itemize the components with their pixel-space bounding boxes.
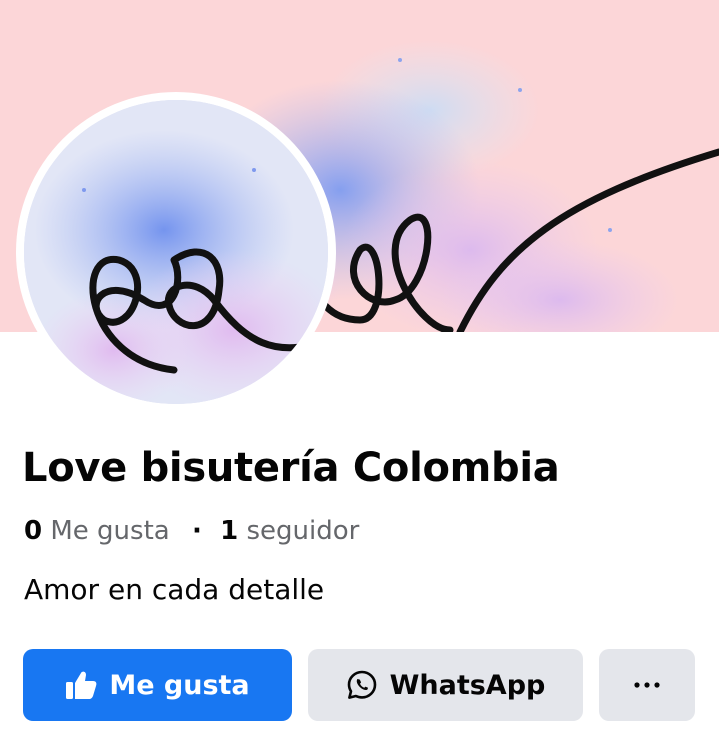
followers-count: 1 <box>220 516 239 546</box>
profile-page: Love bisutería Colombia 0 Me gusta · 1 s… <box>0 0 719 751</box>
page-stats: 0 Me gusta · 1 seguidor <box>24 512 359 550</box>
more-horizontal-icon <box>634 682 660 688</box>
stats-separator: · <box>191 516 202 546</box>
thumbs-up-icon <box>65 670 97 700</box>
more-options-button[interactable] <box>599 649 695 721</box>
page-tagline: Amor en cada detalle <box>24 573 325 606</box>
page-title: Love bisutería Colombia <box>22 445 560 491</box>
likes-count: 0 <box>24 516 43 546</box>
whatsapp-button[interactable]: WhatsApp <box>308 649 583 721</box>
like-button-label: Me gusta <box>109 669 250 701</box>
profile-picture-artwork <box>24 100 328 404</box>
likes-label[interactable]: Me gusta <box>50 516 169 546</box>
followers-label[interactable]: seguidor <box>247 516 360 546</box>
whatsapp-icon <box>346 669 378 701</box>
like-button[interactable]: Me gusta <box>23 649 292 721</box>
whatsapp-button-label: WhatsApp <box>389 669 546 701</box>
profile-picture[interactable] <box>24 100 328 404</box>
